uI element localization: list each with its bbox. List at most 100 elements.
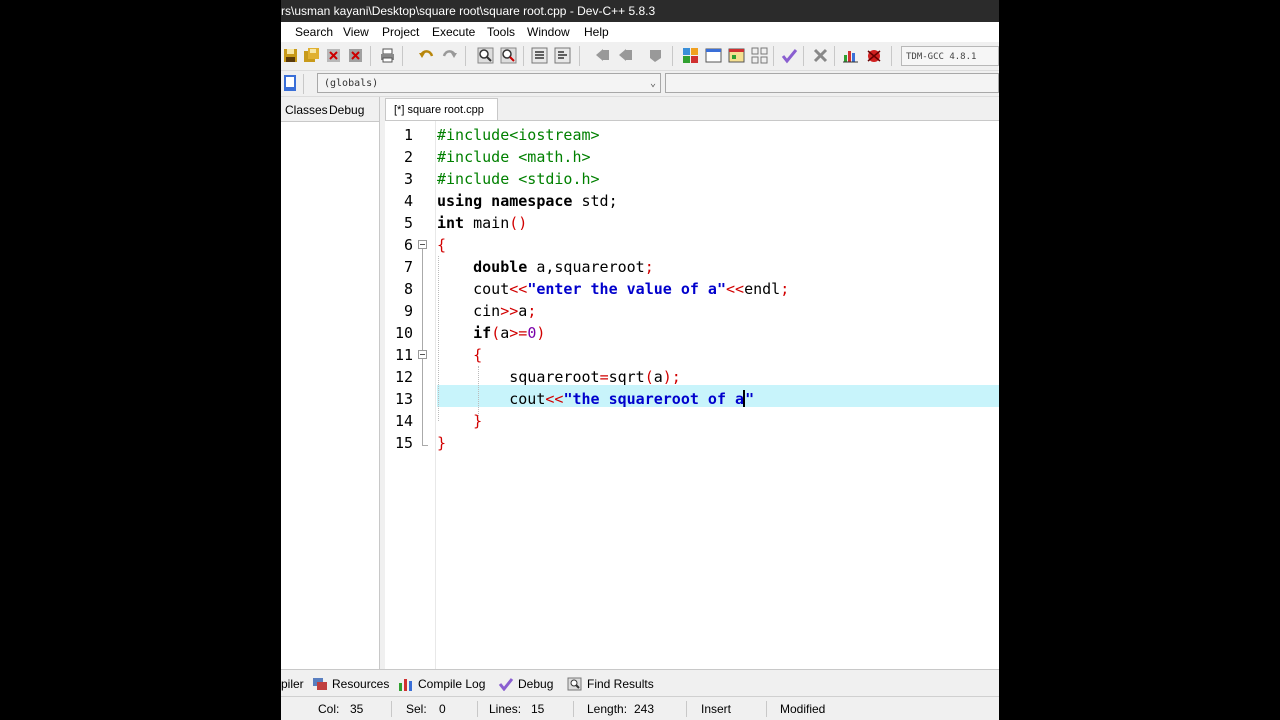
menu-project[interactable]: Project bbox=[382, 22, 419, 42]
syntax-check-icon[interactable] bbox=[781, 47, 798, 64]
profile-icon[interactable] bbox=[842, 47, 859, 64]
save-icon[interactable] bbox=[282, 47, 299, 64]
toolbar-separator bbox=[834, 46, 835, 66]
checkmark-icon bbox=[498, 678, 514, 692]
line-code: using namespace std; bbox=[437, 192, 618, 210]
close-file-icon[interactable] bbox=[325, 47, 342, 64]
code-line: 1 #include<iostream> bbox=[385, 124, 999, 146]
code-line: 12 squareroot=sqrt(a); bbox=[385, 366, 999, 388]
tab-compile-log[interactable]: Compile Log bbox=[398, 675, 485, 693]
code-line: 15 } bbox=[385, 432, 999, 454]
print-icon[interactable] bbox=[379, 47, 396, 64]
tab-compiler[interactable]: piler bbox=[281, 675, 304, 693]
code-line: 11 { bbox=[385, 344, 999, 366]
status-col-value: 35 bbox=[350, 702, 364, 716]
toolbar-separator bbox=[402, 46, 403, 66]
line-number: 10 bbox=[394, 324, 413, 342]
code-line: 10 if(a>=0) bbox=[385, 322, 999, 344]
status-bar: Col: 35 Sel: 0 Lines: 15 Length: 243 Ins… bbox=[281, 696, 999, 720]
toolbar-separator bbox=[672, 46, 673, 66]
line-number: 6 bbox=[403, 236, 413, 254]
fold-toggle-icon[interactable] bbox=[418, 350, 427, 359]
indent-icon[interactable] bbox=[531, 47, 548, 64]
toggle-comment-icon[interactable] bbox=[647, 47, 664, 64]
line-code: cin>>a; bbox=[437, 302, 537, 320]
chevron-down-icon: ⌄ bbox=[649, 78, 656, 89]
tab-find-results[interactable]: Find Results bbox=[567, 675, 654, 693]
line-number: 12 bbox=[394, 368, 413, 386]
compile-icon[interactable] bbox=[682, 47, 699, 64]
function-select[interactable] bbox=[665, 73, 999, 93]
toolbar-separator bbox=[523, 46, 524, 66]
code-line: 9 cin>>a; bbox=[385, 300, 999, 322]
status-separator bbox=[573, 701, 574, 717]
editor-tab[interactable]: [*] square root.cpp bbox=[385, 98, 498, 120]
compile-log-icon bbox=[399, 679, 412, 691]
tab-debug-output[interactable]: Debug bbox=[498, 675, 553, 693]
code-line-current: 13 cout<<"the squareroot of a" bbox=[385, 388, 999, 410]
redo-icon[interactable] bbox=[441, 47, 458, 64]
line-code: { bbox=[437, 236, 447, 254]
replace-icon[interactable] bbox=[500, 47, 517, 64]
line-number: 9 bbox=[403, 302, 413, 320]
status-lines-label: Lines: bbox=[489, 702, 522, 716]
class-toolbar: (globals) ⌄ bbox=[281, 71, 999, 97]
save-all-icon[interactable] bbox=[303, 47, 320, 64]
status-modified: Modified bbox=[780, 702, 826, 716]
status-separator bbox=[391, 701, 392, 717]
tab-debug[interactable]: Debug bbox=[325, 100, 368, 120]
stop-icon[interactable] bbox=[812, 47, 829, 64]
line-code: cout<<"the squareroot of a" bbox=[437, 390, 755, 408]
compile-run-icon[interactable] bbox=[728, 47, 745, 64]
menu-help[interactable]: Help bbox=[584, 22, 609, 42]
scope-select[interactable]: (globals) ⌄ bbox=[317, 73, 661, 93]
toolbar-separator bbox=[891, 46, 892, 66]
toolbar-separator bbox=[773, 46, 774, 66]
code-line: 5 int main() bbox=[385, 212, 999, 234]
menu-execute[interactable]: Execute bbox=[432, 22, 475, 42]
status-length-value: 243 bbox=[634, 702, 655, 716]
menu-view[interactable]: View bbox=[343, 22, 369, 42]
line-code: int main() bbox=[437, 214, 528, 232]
line-code: { bbox=[473, 346, 483, 364]
status-lines-value: 15 bbox=[531, 702, 545, 716]
class-browser bbox=[281, 121, 379, 670]
line-code: #include <stdio.h> bbox=[437, 170, 600, 188]
menu-tools[interactable]: Tools bbox=[487, 22, 515, 42]
line-number: 5 bbox=[403, 214, 413, 232]
status-insert-mode: Insert bbox=[701, 702, 732, 716]
compiler-select[interactable]: TDM-GCC 4.8.1 bbox=[901, 46, 999, 66]
fold-toggle-icon[interactable] bbox=[418, 240, 427, 249]
line-number: 13 bbox=[394, 390, 413, 408]
toolbar-separator bbox=[370, 46, 371, 66]
code-line: 7 double a,squareroot; bbox=[385, 256, 999, 278]
status-separator bbox=[686, 701, 687, 717]
code-line: 3 #include <stdio.h> bbox=[385, 168, 999, 190]
project-icon[interactable] bbox=[283, 74, 297, 92]
dev-cpp-window: rs\usman kayani\Desktop\square root\squa… bbox=[281, 0, 999, 720]
resources-icon bbox=[313, 678, 327, 690]
close-all-icon[interactable] bbox=[347, 47, 364, 64]
bookmark-prev-icon[interactable] bbox=[594, 47, 611, 64]
debug-icon[interactable] bbox=[865, 47, 882, 64]
line-number: 4 bbox=[403, 192, 413, 210]
unindent-icon[interactable] bbox=[554, 47, 571, 64]
main-toolbar: TDM-GCC 4.8.1 bbox=[281, 42, 999, 71]
tab-resources[interactable]: Resources bbox=[312, 675, 389, 693]
find-icon[interactable] bbox=[477, 47, 494, 64]
status-length-label: Length: bbox=[587, 702, 628, 716]
status-sel-value: 0 bbox=[439, 702, 446, 716]
line-code: if(a>=0) bbox=[473, 324, 546, 342]
menu-bar: Search View Project Execute Tools Window… bbox=[281, 22, 999, 42]
undo-icon[interactable] bbox=[418, 47, 435, 64]
line-code: cout<<"enter the value of a"<<endl; bbox=[437, 280, 790, 298]
rebuild-icon[interactable] bbox=[751, 47, 768, 64]
run-icon[interactable] bbox=[705, 47, 722, 64]
menu-search[interactable]: Search bbox=[295, 22, 333, 42]
code-editor[interactable]: 1 #include<iostream> 2 #include <math.h>… bbox=[385, 120, 999, 670]
line-code: } bbox=[473, 412, 483, 430]
menu-window[interactable]: Window bbox=[527, 22, 570, 42]
status-separator bbox=[477, 701, 478, 717]
line-code: } bbox=[437, 434, 447, 452]
bookmark-next-icon[interactable] bbox=[617, 47, 634, 64]
